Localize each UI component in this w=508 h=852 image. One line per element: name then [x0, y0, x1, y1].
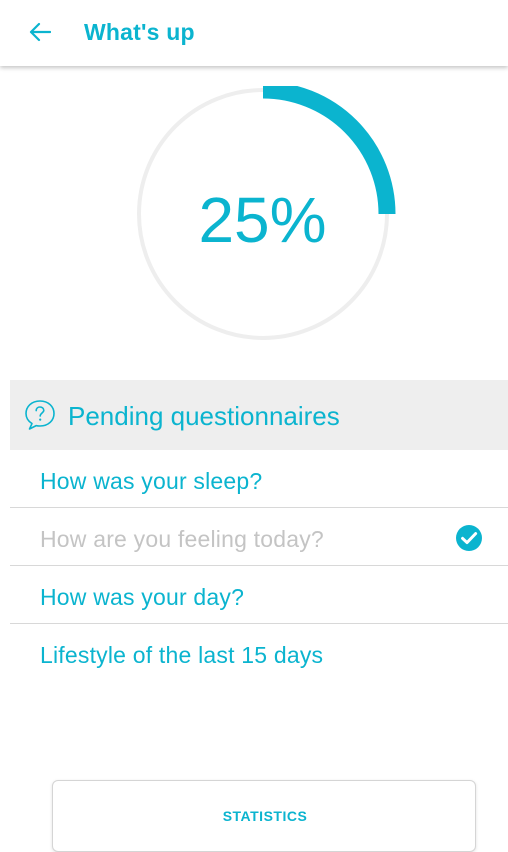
app-bar: What's up: [0, 0, 508, 66]
back-button[interactable]: [22, 14, 58, 50]
progress-ring: 25%: [135, 86, 403, 354]
questionnaire-label: Lifestyle of the last 15 days: [40, 642, 324, 668]
list-item-lifestyle[interactable]: Lifestyle of the last 15 days: [0, 624, 508, 682]
list-item-feeling[interactable]: How are you feeling today?: [0, 508, 508, 566]
questionnaire-label: How are you feeling today?: [40, 526, 324, 552]
check-circle-icon: [456, 525, 482, 551]
page-title: What's up: [84, 19, 195, 45]
questionnaire-list: How was your sleep? How are you feeling …: [0, 450, 508, 682]
question-bubble-icon: [25, 400, 55, 430]
progress-percent: 25%: [198, 184, 327, 256]
statistics-label: STATISTICS: [222, 808, 308, 824]
arrow-left-icon: [29, 22, 51, 42]
pending-questionnaires-header: Pending questionnaires: [10, 380, 508, 450]
questionnaire-label: How was your day?: [40, 584, 245, 610]
section-title: Pending questionnaires: [68, 401, 340, 431]
questionnaire-label: How was your sleep?: [40, 468, 263, 494]
list-item-sleep[interactable]: How was your sleep?: [0, 450, 508, 508]
statistics-button[interactable]: STATISTICS: [52, 780, 476, 852]
list-item-day[interactable]: How was your day?: [0, 566, 508, 624]
